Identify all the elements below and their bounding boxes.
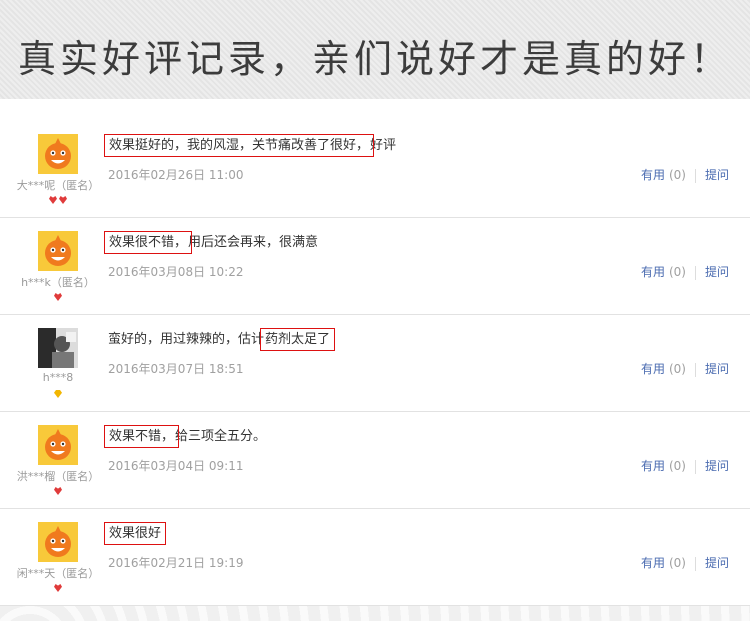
review-item: 大***呢（匿名） 效果挺好的，我的风湿，关节痛改善了很好，好评 2016年02…	[0, 120, 750, 218]
highlighted-text: 效果很不错，	[103, 231, 193, 254]
review-item: 洪***榴（匿名） 效果不错，给三项全五分。 2016年03月04日 09:11…	[0, 411, 750, 509]
user-level-badges	[0, 196, 116, 207]
user-level-badges	[0, 293, 116, 304]
avatar[interactable]	[38, 522, 78, 562]
ask-link[interactable]: 提问	[705, 265, 729, 279]
helpful-link[interactable]: 有用	[641, 168, 665, 182]
heart-badge-icon	[54, 487, 62, 495]
header-banner: 真实好评记录，亲们说好才是真的好！	[0, 0, 750, 99]
review-text: 效果不错，给三项全五分。	[103, 425, 267, 448]
ask-link[interactable]: 提问	[705, 362, 729, 376]
review-text: 效果很好	[103, 522, 167, 545]
user-level-badges	[0, 584, 116, 595]
review-actions: 有用 (0) 提问	[641, 166, 729, 183]
helpful-link[interactable]: 有用	[641, 556, 665, 570]
highlighted-text: 效果不错，	[103, 425, 180, 448]
helpful-count: (0)	[668, 168, 686, 182]
user-level-badges	[0, 487, 116, 498]
username: h***8	[42, 371, 74, 384]
review-text: 效果很不错，用后还会再来，很满意	[103, 231, 319, 254]
review-text: 蛮好的，用过辣辣的，估计药剂太足了	[108, 328, 336, 351]
helpful-count: (0)	[668, 362, 686, 376]
highlighted-text: 效果很好	[103, 522, 167, 545]
review-text-rest: 用后还会再来，很满意	[188, 235, 319, 250]
username: 洪***榴（匿名）	[16, 470, 100, 483]
username: h***k（匿名）	[21, 276, 95, 289]
bottom-decoration	[0, 606, 750, 621]
helpful-link[interactable]: 有用	[641, 265, 665, 279]
review-date: 2016年02月26日 11:00	[108, 168, 244, 182]
helpful-link[interactable]: 有用	[641, 459, 665, 473]
helpful-count: (0)	[668, 459, 686, 473]
review-date: 2016年03月04日 09:11	[108, 459, 244, 473]
helpful-count: (0)	[668, 265, 686, 279]
review-item: h***8 蛮好的，用过辣辣的，估计药剂太足了 2016年03月07日 18:5…	[0, 314, 750, 412]
helpful-link[interactable]: 有用	[641, 362, 665, 376]
review-actions: 有用 (0) 提问	[641, 263, 729, 280]
divider	[694, 168, 696, 183]
review-text: 效果挺好的，我的风湿，关节痛改善了很好，好评	[103, 134, 397, 157]
review-text-rest: 给三项全五分。	[175, 429, 267, 444]
review-date: 2016年03月07日 18:51	[108, 362, 244, 376]
username: 大***呢（匿名）	[16, 179, 100, 192]
username: 闲***天（匿名）	[16, 567, 100, 580]
divider	[694, 362, 696, 377]
ask-link[interactable]: 提问	[705, 168, 729, 182]
helpful-count: (0)	[668, 556, 686, 570]
review-item: 闲***天（匿名） 效果很好 2016年02月21日 19:19 有用 (0) 提问	[0, 508, 750, 606]
review-actions: 有用 (0) 提问	[641, 554, 729, 571]
heart-badge-icon	[54, 584, 62, 592]
review-actions: 有用 (0) 提问	[641, 457, 729, 474]
heart-badge-icon	[54, 293, 62, 301]
page-title: 真实好评记录，亲们说好才是真的好！	[17, 37, 732, 81]
avatar[interactable]	[38, 231, 78, 271]
divider	[694, 556, 696, 571]
review-date: 2016年03月08日 10:22	[108, 265, 244, 279]
divider	[694, 459, 696, 474]
highlighted-text: 效果挺好的，我的风湿，关节痛改善了很好，	[103, 134, 375, 157]
avatar[interactable]	[38, 134, 78, 174]
review-text-rest: 好评	[370, 138, 397, 153]
avatar[interactable]	[38, 328, 78, 368]
ask-link[interactable]: 提问	[705, 459, 729, 473]
ask-link[interactable]: 提问	[705, 556, 729, 570]
heart-badge-icon	[59, 196, 67, 204]
review-item: h***k（匿名） 效果很不错，用后还会再来，很满意 2016年03月08日 1…	[0, 217, 750, 315]
diamond-badge-icon	[54, 390, 62, 398]
review-text-prefix: 蛮好的，用过辣辣的，估计	[108, 332, 265, 347]
review-actions: 有用 (0) 提问	[641, 360, 729, 377]
divider	[694, 265, 696, 280]
highlighted-text: 药剂太足了	[260, 328, 336, 351]
heart-badge-icon	[49, 196, 57, 204]
user-level-badges	[0, 390, 116, 401]
avatar[interactable]	[38, 425, 78, 465]
review-date: 2016年02月21日 19:19	[108, 556, 244, 570]
